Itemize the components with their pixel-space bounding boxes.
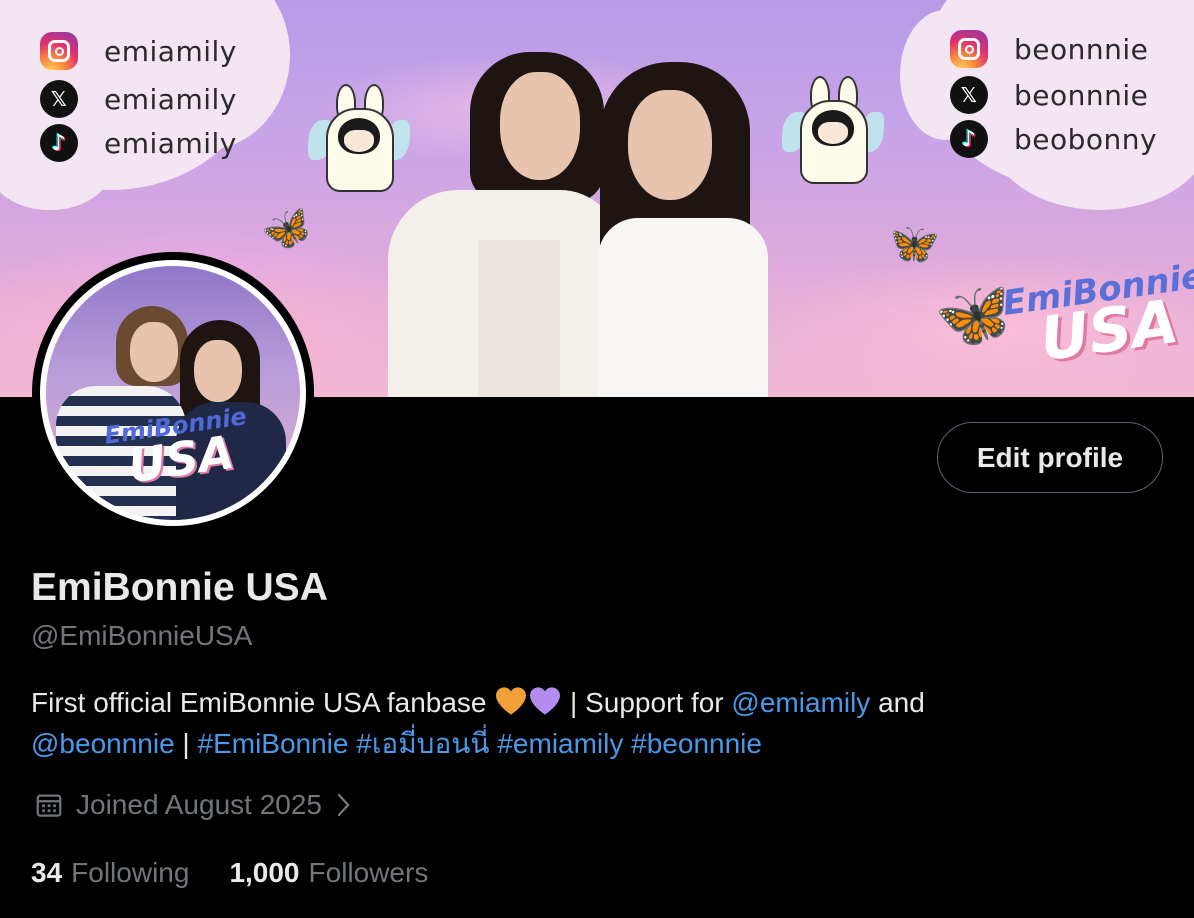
following-label: Following (71, 857, 190, 888)
left-x-handle: emiamily (104, 82, 237, 116)
butterfly-icon: 🦋 (256, 200, 319, 260)
left-tiktok-handle: emiamily (104, 126, 237, 160)
orange-heart-icon (496, 687, 527, 715)
user-handle: @EmiBonnieUSA (31, 620, 253, 651)
purple-heart-icon (530, 687, 561, 715)
butterfly-icon: 🦋 (883, 216, 943, 272)
right-instagram-row: beonnnie (950, 30, 1148, 68)
left-tiktok-row: ♪ emiamily (40, 124, 237, 162)
left-instagram-row: emiamily (40, 32, 237, 70)
right-instagram-handle: beonnnie (1014, 32, 1149, 66)
right-tiktok-row: ♪ beobonny (950, 120, 1157, 158)
bunny-mascot (308, 84, 410, 194)
calendar-icon (36, 794, 62, 817)
tiktok-icon: ♪ (40, 124, 78, 162)
following-count: 34 (31, 857, 63, 888)
followers-count: 1,000 (229, 857, 300, 888)
profile-avatar[interactable]: EmiBonnie USA (32, 252, 314, 534)
hashtag-emiamily[interactable]: #emiamily (497, 728, 623, 759)
joined-date-row[interactable]: Joined August 2025 (34, 789, 354, 821)
hashtag-emibonnie[interactable]: #EmiBonnie (198, 728, 349, 759)
right-x-row: 𝕏 beonnnie (950, 76, 1148, 114)
right-x-handle: beonnnie (1014, 78, 1149, 112)
followers-link[interactable]: 1,000 Followers (229, 857, 428, 889)
joined-date: Joined August 2025 (76, 789, 322, 820)
mention-emiamily[interactable]: @emiamily (731, 687, 870, 718)
chevron-right-icon (337, 793, 350, 817)
instagram-icon (950, 30, 988, 68)
hashtag-beonnnie[interactable]: #beonnnie (631, 728, 762, 759)
avatar-photo: EmiBonnie USA (46, 266, 300, 520)
bio-separator: | (174, 728, 198, 759)
x-icon: 𝕏 (40, 80, 78, 118)
following-link[interactable]: 34 Following (31, 857, 189, 889)
left-x-row: 𝕏 emiamily (40, 80, 237, 118)
left-instagram-handle: emiamily (104, 34, 237, 68)
right-tiktok-handle: beobonny (1014, 122, 1158, 156)
hashtag-thai-emibonnie[interactable]: #เอมี่บอนนี่ (356, 728, 489, 759)
followers-label: Followers (308, 857, 429, 888)
bio-and: and (870, 687, 925, 718)
edit-profile-button[interactable]: Edit profile (937, 422, 1163, 493)
mention-beonnnie[interactable]: @beonnnie (31, 728, 175, 759)
bio-text: First official EmiBonnie USA fanbase (31, 687, 487, 718)
bio-separator: | Support for (562, 687, 732, 718)
display-name: EmiBonnie USA (31, 566, 328, 609)
follow-stats: 34 Following 1,000 Followers (31, 857, 428, 889)
x-icon: 𝕏 (950, 76, 988, 114)
bunny-mascot (782, 76, 884, 186)
profile-bio: First official EmiBonnie USA fanbase | S… (31, 682, 1151, 764)
instagram-icon (40, 32, 78, 70)
tiktok-icon: ♪ (950, 120, 988, 158)
